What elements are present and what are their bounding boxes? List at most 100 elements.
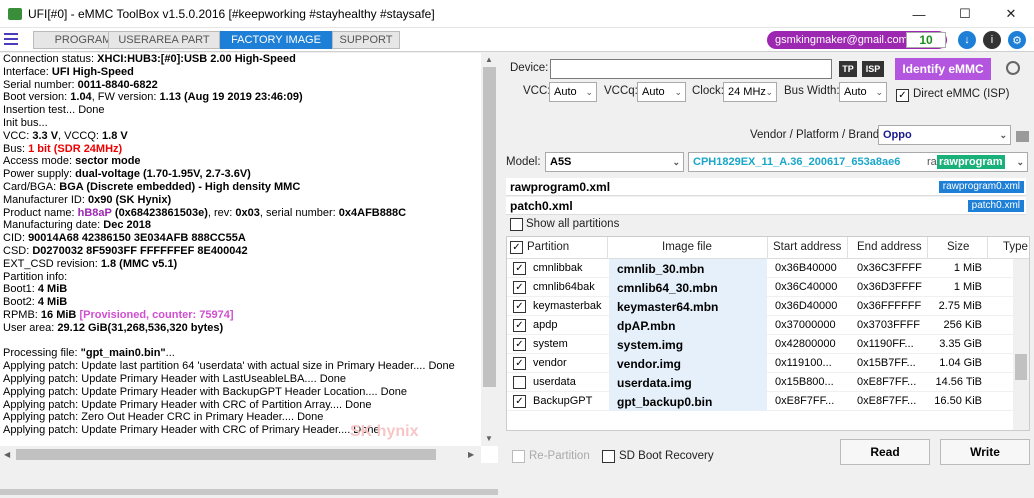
col-type[interactable]: Type	[1003, 241, 1028, 253]
log-segment: 0x4AFB888C	[338, 206, 407, 219]
maximize-button[interactable]: ☐	[942, 0, 988, 28]
sd-boot-recovery-checkbox[interactable]	[602, 450, 615, 463]
isp-button[interactable]: ISP	[862, 61, 884, 77]
vendor-select[interactable]: Oppo ⌄	[878, 125, 1011, 145]
log-text: Connection status: XHCI:HUB3:[#0]:USB 2.…	[3, 53, 479, 437]
settings-gear-icon[interactable]: ⚙	[1008, 31, 1026, 49]
partition-checkbox[interactable]	[513, 376, 526, 389]
start-address: 0x36B40000	[775, 262, 837, 274]
partition-row[interactable]: ✓ cmnlib64bak cmnlib64_30.mbn 0x36C40000 0x3…	[507, 278, 1015, 297]
chevron-down-icon: ⌄	[674, 87, 682, 97]
column-divider	[607, 237, 608, 259]
direct-emmc-checkbox[interactable]: ✓	[896, 89, 909, 102]
log-segment: 0x03	[235, 206, 260, 219]
info-icon[interactable]: i	[983, 31, 1001, 49]
log-segment: 90014A68 42386150 3E034AFB 888CC55A	[28, 232, 246, 245]
col-end-address[interactable]: End address	[857, 241, 922, 253]
clock-select[interactable]: 24 MHz ⌄	[723, 82, 777, 102]
minimize-button[interactable]: —	[896, 0, 942, 28]
log-hscroll-thumb[interactable]	[16, 449, 436, 460]
log-scroll-thumb[interactable]	[483, 67, 496, 387]
scroll-right-arrow-icon[interactable]: ▶	[468, 450, 474, 459]
tab-factory-image[interactable]: FACTORY IMAGE	[220, 31, 332, 49]
title-bar: UFI[#0] - eMMC ToolBox v1.5.0.2016 [#kee…	[0, 0, 1034, 28]
select-all-checkbox[interactable]: ✓	[510, 241, 523, 254]
log-segment: Boot version:	[3, 91, 71, 104]
partition-table-scrollbar[interactable]	[1013, 259, 1029, 430]
chevron-down-icon: ⌄	[1016, 157, 1024, 167]
device-label: Device:	[510, 62, 549, 74]
log-line: Product name: hB8aP (0x68423861503e), re…	[3, 207, 479, 220]
folder-icon[interactable]	[1016, 131, 1029, 142]
end-address: 0x36FFFFFF	[857, 300, 922, 312]
partition-checkbox[interactable]: ✓	[513, 300, 526, 313]
log-segment: Serial number:	[3, 78, 78, 91]
file-patch[interactable]: patch0.xml patch0.xml	[506, 197, 1026, 215]
download-icon[interactable]: ↓	[958, 31, 976, 49]
tab-userarea-part[interactable]: USERAREA PART	[108, 31, 220, 49]
partition-scroll-thumb[interactable]	[1015, 354, 1027, 380]
partition-row[interactable]: userdata userdata.img 0x15B800... 0xE8F7FF.…	[507, 373, 1015, 392]
scroll-left-arrow-icon[interactable]: ◀	[4, 450, 10, 459]
partition-row[interactable]: ✓ BackupGPT gpt_backup0.bin 0xE8F7FF... 0xE8…	[507, 392, 1015, 411]
log-segment: Boot2:	[3, 296, 38, 309]
partition-row[interactable]: ✓ keymasterbak keymaster64.mbn 0x36D40000 0x…	[507, 297, 1015, 316]
model-label: Model:	[506, 156, 541, 168]
log-segment: , rev:	[207, 206, 236, 219]
read-button[interactable]: Read	[840, 439, 930, 465]
sk-hynix-watermark: SK hynix	[350, 423, 419, 440]
log-line: EXT_CSD revision: 1.8 (MMC v5.1)	[3, 258, 479, 271]
direct-emmc-label: Direct eMMC (ISP)	[913, 88, 1010, 100]
log-segment: dual-voltage (1.70-1.95V, 2.7-3.6V)	[75, 168, 251, 181]
col-size[interactable]: Size	[947, 241, 969, 253]
hamburger-menu-icon[interactable]	[4, 33, 18, 45]
vcc-select[interactable]: Auto ⌄	[549, 82, 597, 102]
partition-checkbox[interactable]: ✓	[513, 319, 526, 332]
start-address: 0x42800000	[775, 338, 836, 350]
scroll-down-arrow-icon[interactable]: ▼	[485, 434, 493, 443]
identify-emmc-button[interactable]: Identify eMMC	[895, 58, 991, 80]
col-partition[interactable]: Partition	[527, 241, 569, 253]
log-line: Connection status: XHCI:HUB3:[#0]:USB 2.…	[3, 53, 479, 66]
partition-row[interactable]: ✓ apdp dpAP.mbn 0x37000000 0x3703FFFF 256 KiB	[507, 316, 1015, 335]
power-icon[interactable]	[1006, 61, 1020, 75]
partition-checkbox[interactable]: ✓	[513, 338, 526, 351]
firmware-select[interactable]: CPH1829EX_11_A.36_200617_653a8ae6 ra raw…	[688, 152, 1028, 172]
vccq-select[interactable]: Auto ⌄	[637, 82, 686, 102]
partition-name: userdata	[533, 376, 576, 388]
tp-button[interactable]: TP	[839, 61, 857, 77]
close-button[interactable]: ✕	[988, 0, 1034, 28]
partition-size: 14.56 TiB	[935, 376, 982, 388]
partition-size: 16.50 KiB	[934, 395, 982, 407]
partition-table: ✓ Partition Image file Start address End…	[506, 236, 1030, 431]
partition-checkbox[interactable]: ✓	[513, 395, 526, 408]
device-field[interactable]	[550, 59, 832, 79]
vccq-label: VCCq:	[604, 85, 638, 97]
log-segment: Insertion test... Done	[3, 104, 105, 117]
image-file-name: cmnlib_30.mbn	[617, 262, 705, 276]
bus-width-select[interactable]: Auto ⌄	[839, 82, 887, 102]
firmware-tag: rawprogram	[937, 155, 1005, 169]
log-progress-bar	[0, 489, 498, 495]
partition-row[interactable]: ✓ vendor vendor.img 0x119100... 0x15B7FF... 1…	[507, 354, 1015, 373]
partition-row[interactable]: ✓ system system.img 0x42800000 0x1190FF... 3.…	[507, 335, 1015, 354]
log-horizontal-scrollbar[interactable]: ◀ ▶	[0, 446, 481, 463]
partition-checkbox[interactable]: ✓	[513, 357, 526, 370]
partition-checkbox[interactable]: ✓	[513, 281, 526, 294]
log-segment: , serial number:	[259, 206, 339, 219]
log-vertical-scrollbar[interactable]: ▲ ▼	[481, 53, 498, 446]
show-all-partitions-checkbox[interactable]	[510, 218, 523, 231]
partition-row[interactable]: ✓ cmnlibbak cmnlib_30.mbn 0x36B40000 0x36C3F…	[507, 259, 1015, 278]
partition-checkbox[interactable]: ✓	[513, 262, 526, 275]
col-start-address[interactable]: Start address	[773, 241, 841, 253]
log-segment: Dec 2018	[103, 219, 152, 232]
write-button[interactable]: Write	[940, 439, 1030, 465]
sd-boot-recovery-label: SD Boot Recovery	[619, 450, 714, 462]
file-rawprogram[interactable]: rawprogram0.xml rawprogram0.xml	[506, 178, 1026, 196]
end-address: 0xE8F7FF...	[857, 376, 917, 388]
model-select[interactable]: A5S ⌄	[545, 152, 684, 172]
col-image-file[interactable]: Image file	[662, 241, 712, 253]
scroll-up-arrow-icon[interactable]: ▲	[485, 55, 493, 64]
tab-support[interactable]: SUPPORT	[332, 31, 400, 49]
